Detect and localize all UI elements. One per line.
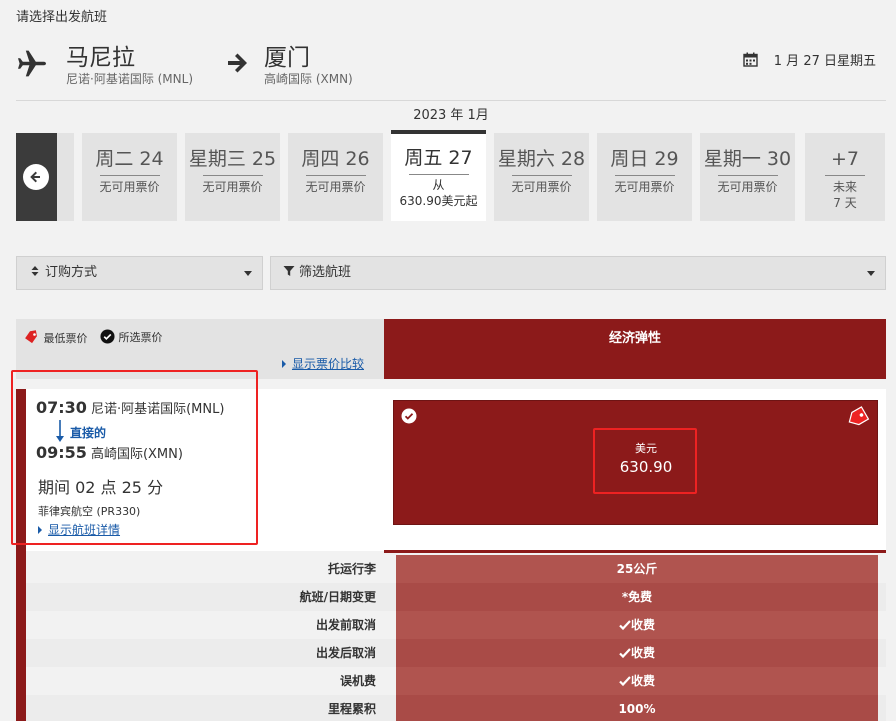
travel-date: 1 月 27 日星期五 — [742, 50, 876, 69]
destination-airport: 高崎国际 (XMN) — [264, 72, 353, 86]
day-label: 星期六 28 — [497, 148, 586, 170]
day-card-26[interactable]: 周四 26 无可用票价 — [288, 133, 383, 221]
route-summary: 马尼拉 尼诺·阿基诺国际 (MNL) 厦门 高崎国际 (XMN) 1 月 27 … — [16, 44, 876, 88]
condition-label: 托运行李 — [327, 562, 376, 576]
legend-selected-label: 所选票价 — [118, 331, 163, 344]
filter-icon — [283, 266, 295, 276]
day-label: 周二 24 — [95, 148, 164, 170]
condition-label: 误机费 — [339, 674, 376, 688]
day-card-29[interactable]: 周日 29 无可用票价 — [597, 133, 692, 221]
day-note-from: 从 — [432, 178, 445, 192]
cabin-name: 经济弹性 — [608, 331, 661, 346]
condition-row-mileage: 里程累积 100% — [26, 695, 886, 721]
condition-value: 收费 — [630, 646, 655, 660]
condition-label: 出发前取消 — [315, 618, 376, 632]
destination-city: 厦门 — [264, 45, 310, 71]
condition-value: *免费 — [396, 583, 878, 611]
next-7-days-button[interactable]: +7 未来 7 天 — [805, 133, 885, 221]
legend-lowest: 最低票价 — [24, 329, 88, 346]
previous-circle — [23, 164, 49, 190]
arrow-right-icon — [228, 53, 247, 73]
origin-city: 马尼拉 — [66, 45, 135, 71]
day-label: 周五 27 — [404, 147, 473, 169]
day-card-30[interactable]: 星期一 30 无可用票价 — [700, 133, 795, 221]
check-icon — [619, 620, 631, 631]
condition-value-cell: 收费 — [396, 611, 878, 639]
condition-row-change: 航班/日期变更 *免费 — [26, 583, 886, 611]
cabin-header: 经济弹性 — [384, 319, 886, 379]
price-tag-icon — [25, 330, 37, 344]
calendar-icon — [742, 52, 758, 67]
plane-icon — [18, 50, 46, 77]
condition-row-cancel-after: 出发后取消 收费 — [26, 639, 886, 667]
filter-dropdown[interactable]: 筛选航班 — [270, 256, 886, 290]
page-heading: 请选择出发航班 — [16, 10, 108, 25]
day-note: 7 天 — [833, 196, 857, 210]
day-note: 无可用票价 — [99, 180, 160, 194]
previous-day-partial — [57, 133, 74, 221]
month-bar: 2023 年 1月 — [16, 100, 886, 132]
day-note: 无可用票价 — [511, 180, 572, 194]
day-label: 周四 26 — [301, 148, 370, 170]
day-card-24[interactable]: 周二 24 无可用票价 — [82, 133, 177, 221]
day-label: 星期一 30 — [703, 148, 792, 170]
show-fare-comparison-link[interactable]: 显示票价比较 — [281, 355, 364, 372]
check-icon — [619, 648, 631, 659]
check-circle-icon — [100, 329, 115, 344]
check-icon — [619, 676, 631, 687]
fare-underline — [384, 550, 886, 553]
condition-row-no-show: 误机费 收费 — [26, 667, 886, 695]
compare-link-text: 显示票价比较 — [291, 357, 364, 371]
condition-label: 里程累积 — [327, 702, 376, 716]
day-note: 无可用票价 — [305, 180, 366, 194]
condition-row-baggage: 托运行李 25公斤 — [26, 555, 886, 583]
price-tag-icon — [848, 406, 870, 426]
chevron-down-icon — [244, 271, 252, 276]
sort-label: 订购方式 — [45, 265, 98, 280]
caret-right-icon — [281, 360, 286, 368]
day-note: 无可用票价 — [202, 180, 263, 194]
day-card-28[interactable]: 星期六 28 无可用票价 — [494, 133, 589, 221]
day-label: 周日 29 — [610, 148, 679, 170]
condition-label: 航班/日期变更 — [299, 590, 376, 604]
month-label: 2023 年 1月 — [413, 108, 489, 123]
condition-value: 收费 — [630, 674, 655, 688]
highlight-box-price — [593, 428, 697, 494]
legend-selected: 所选票价 — [100, 329, 163, 345]
origin-airport: 尼诺·阿基诺国际 (MNL) — [66, 72, 194, 86]
sort-dropdown[interactable]: 订购方式 — [16, 256, 263, 290]
day-label: +7 — [830, 148, 859, 170]
destination-block: 厦门 高崎国际 (XMN) — [264, 44, 353, 86]
day-card-27-selected[interactable]: 周五 27 从 630.90美元起 — [391, 130, 486, 221]
condition-row-cancel-before: 出发前取消 收费 — [26, 611, 886, 639]
day-note-price: 630.90美元起 — [399, 194, 478, 208]
condition-value-cell: 收费 — [396, 667, 878, 695]
filter-label: 筛选航班 — [299, 265, 352, 280]
origin-block: 马尼拉 尼诺·阿基诺国际 (MNL) — [66, 44, 193, 86]
day-label: 星期三 25 — [188, 148, 277, 170]
condition-value: 25公斤 — [396, 555, 878, 583]
travel-date-text: 1 月 27 日星期五 — [773, 54, 876, 69]
arrow-left-icon — [30, 171, 40, 183]
condition-value: 100% — [396, 695, 878, 721]
condition-value-cell: 收费 — [396, 639, 878, 667]
sort-icon — [31, 266, 39, 276]
condition-label: 出发后取消 — [315, 646, 376, 660]
legend-lowest-label: 最低票价 — [43, 332, 88, 345]
chevron-down-icon — [867, 271, 875, 276]
day-note: 无可用票价 — [717, 180, 778, 194]
day-note: 未来 — [832, 180, 857, 194]
check-circle-icon — [401, 408, 417, 424]
day-note: 无可用票价 — [614, 180, 675, 194]
highlight-box-flight — [11, 370, 258, 545]
condition-value: 收费 — [630, 618, 655, 632]
previous-days-button[interactable] — [16, 133, 57, 221]
day-card-25[interactable]: 星期三 25 无可用票价 — [185, 133, 280, 221]
